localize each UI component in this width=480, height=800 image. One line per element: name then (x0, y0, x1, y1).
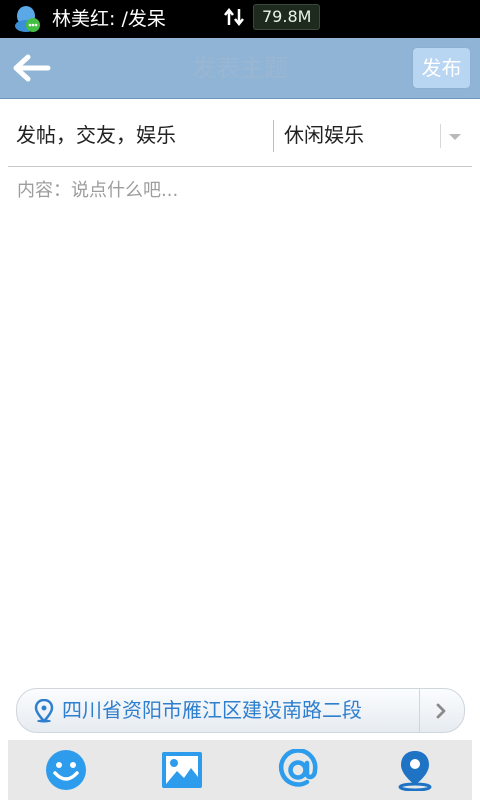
image-icon[interactable] (161, 749, 203, 791)
divider (440, 124, 441, 148)
at-icon[interactable] (277, 749, 319, 791)
location-bar[interactable]: 四川省资阳市雁江区建设南路二段 (16, 688, 465, 733)
divider (419, 689, 420, 732)
subject-category-row: 发帖，交友，娱乐 休闲娱乐 (8, 106, 472, 167)
subject-input[interactable]: 发帖，交友，娱乐 (16, 120, 176, 150)
bottom-toolbar (8, 740, 472, 800)
net-speed-badge: 79.8M (253, 4, 321, 30)
qq-app-icon (15, 6, 40, 32)
category-select[interactable]: 休闲娱乐 (284, 120, 364, 150)
content-textarea[interactable]: 内容：说点什么吧... (17, 178, 178, 204)
page-title: 发表主题 (192, 54, 288, 82)
divider (273, 120, 274, 152)
chevron-right-icon[interactable] (435, 703, 447, 719)
location-text: 四川省资阳市雁江区建设南路二段 (62, 698, 362, 722)
location-pin-icon (34, 699, 54, 723)
status-bar: 林美红: /发呆 79.8M (0, 0, 480, 38)
emoji-icon[interactable] (45, 749, 87, 791)
network-updown-icon (224, 7, 244, 27)
location-icon[interactable] (394, 749, 436, 791)
publish-button[interactable]: 发布 (412, 47, 471, 89)
title-bar: 发表主题 发布 (0, 38, 480, 99)
notification-text: 林美红: /发呆 (52, 8, 166, 30)
chevron-down-icon[interactable] (448, 132, 462, 142)
